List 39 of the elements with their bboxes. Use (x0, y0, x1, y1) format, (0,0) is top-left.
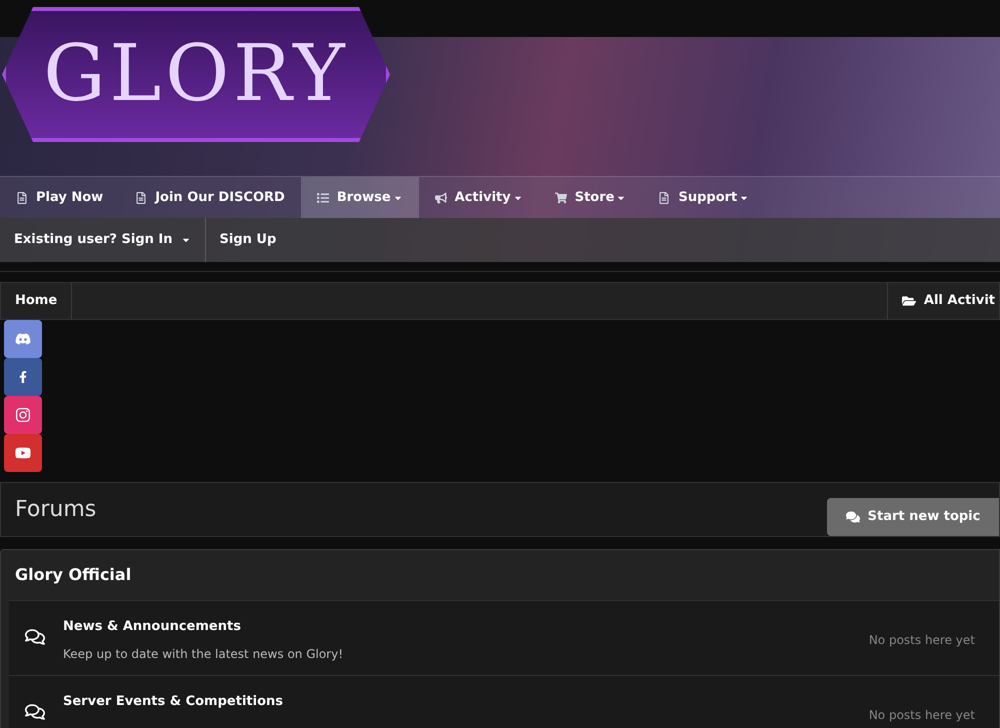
social-button[interactable] (4, 396, 42, 434)
forum-row[interactable]: News & Announcements Keep up to date with the latest news on Glory! No posts here yet (9, 600, 999, 675)
logo[interactable]: GLORY (2, 7, 390, 142)
account-link[interactable]: Sign Up (204, 218, 290, 262)
nav-tab[interactable]: Play Now (0, 177, 120, 218)
page-icon (135, 192, 148, 204)
comments-icon (25, 627, 45, 647)
last-post-text: No posts here yet (868, 632, 975, 649)
page-icon (16, 192, 28, 204)
forum-title[interactable]: Server Events & Competitions (63, 692, 869, 712)
cart-icon (554, 192, 567, 204)
account-link[interactable]: Existing user? Sign In (0, 218, 205, 262)
start-topic-button[interactable]: Start new topic (827, 498, 999, 536)
forum-title[interactable]: News & Announcements (63, 617, 869, 636)
comments-icon (846, 510, 860, 524)
forum-description: Keep up to date with the latest news on Glory! (63, 646, 344, 662)
activity-link[interactable]: All Activit (886, 283, 999, 319)
instagram-icon (15, 407, 31, 423)
social-button[interactable] (4, 434, 42, 472)
list-icon (316, 192, 329, 204)
nav-tab[interactable]: Join Our DISCORD (119, 177, 301, 218)
nav-tab[interactable]: Store (538, 177, 642, 218)
page-title: Forums (15, 496, 96, 524)
megaphone-icon (434, 192, 447, 204)
social-button[interactable] (4, 358, 42, 396)
nav-tab[interactable]: Activity (418, 177, 539, 218)
youtube-icon (15, 445, 31, 461)
last-post-text: No posts here yet (868, 707, 975, 724)
page-icon (658, 192, 670, 204)
folder-icon (902, 294, 916, 308)
discord-icon (15, 331, 31, 347)
comments-icon (25, 702, 45, 722)
facebook-icon (17, 371, 29, 383)
breadcrumb-link[interactable]: Home (1, 283, 72, 319)
category-title: Glory Official (15, 564, 132, 586)
social-button[interactable] (4, 320, 42, 358)
forum-row[interactable]: Server Events & Competitions No posts here yet (9, 675, 999, 728)
nav-tab[interactable]: Support (642, 177, 766, 218)
nav-tab[interactable]: Browse (300, 177, 419, 218)
